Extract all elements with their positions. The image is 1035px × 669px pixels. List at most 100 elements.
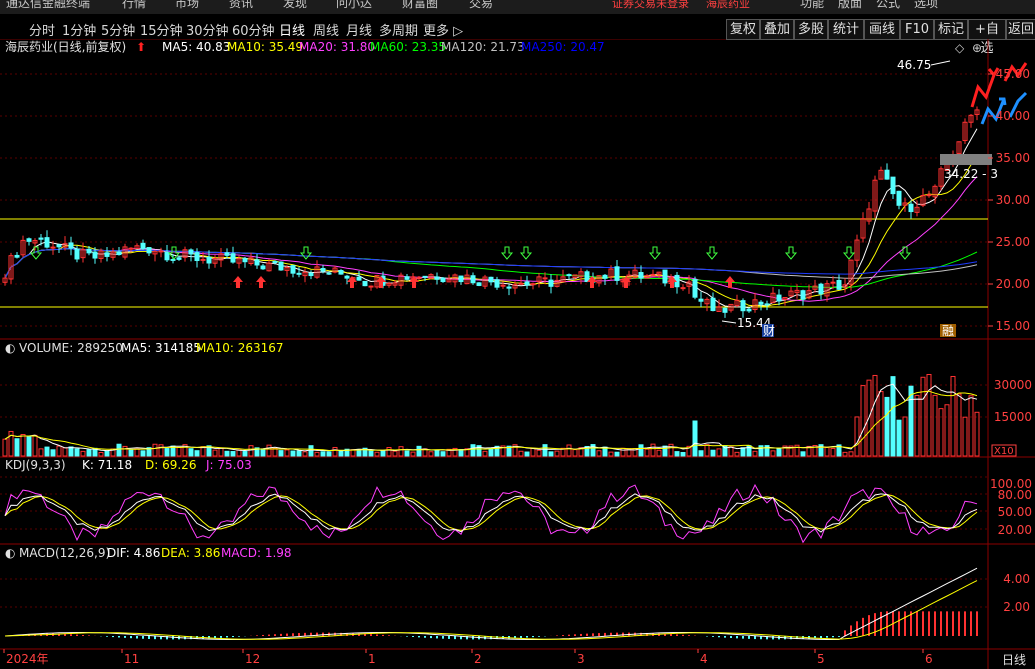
candle-body bbox=[194, 252, 200, 262]
candle-body bbox=[38, 237, 44, 240]
candle-body bbox=[74, 248, 80, 260]
volume-bar bbox=[860, 385, 866, 457]
back-button[interactable]: 返回 bbox=[1006, 19, 1035, 40]
ma-legend-item: MA60: 23.35 bbox=[370, 40, 446, 54]
candle-body bbox=[758, 301, 764, 305]
volume-bar bbox=[884, 396, 890, 457]
menu-item-banmian[interactable]: 版面 bbox=[838, 0, 862, 9]
menu-item-gongshi[interactable]: 公式 bbox=[876, 0, 900, 9]
tab-1min[interactable]: 1分钟 bbox=[62, 20, 96, 39]
volume-axis: 30000 15000 bbox=[994, 378, 1032, 424]
candle-body bbox=[224, 252, 230, 256]
tab-monthly[interactable]: 月线 bbox=[346, 20, 372, 39]
volume-bar bbox=[410, 451, 416, 457]
buy-arrow-icon bbox=[233, 276, 243, 288]
current-price-marker bbox=[940, 154, 992, 165]
volume-bar bbox=[404, 450, 410, 457]
candle-body bbox=[254, 259, 260, 266]
tab-fenshi[interactable]: 分时 bbox=[29, 20, 55, 39]
tab-weekly[interactable]: 周线 bbox=[313, 20, 339, 39]
zoom-icon[interactable]: ⊕ bbox=[972, 41, 982, 55]
menu-item-faxian[interactable]: 发现 bbox=[283, 0, 307, 9]
candle-body bbox=[542, 277, 548, 280]
kdj-tick-label: 80.00 bbox=[998, 488, 1032, 502]
diamond-icon[interactable]: ◇ bbox=[955, 41, 965, 55]
tab-15min[interactable]: 15分钟 bbox=[140, 20, 183, 39]
candle-body bbox=[506, 286, 512, 289]
candle-body bbox=[530, 283, 536, 286]
tab-more[interactable]: 更多 ▷ bbox=[423, 20, 463, 39]
statistics-button[interactable]: 统计 bbox=[828, 19, 864, 40]
volume-bar bbox=[566, 444, 572, 457]
price-tick-label: 35.00 bbox=[996, 151, 1030, 165]
menu-item-gongneng[interactable]: 功能 bbox=[800, 0, 824, 9]
candle-body bbox=[440, 277, 446, 283]
volume-bar bbox=[800, 451, 806, 457]
sell-arrow-icon bbox=[648, 246, 662, 260]
volume-bar bbox=[38, 448, 44, 457]
candle-body bbox=[320, 268, 326, 272]
add-watchlist-button[interactable]: +自选 bbox=[968, 19, 1006, 56]
time-tick-label: 3 bbox=[577, 652, 585, 666]
volume-bar bbox=[902, 416, 908, 457]
volume-bar bbox=[308, 445, 314, 457]
menu-item-zixun[interactable]: 资讯 bbox=[229, 0, 253, 9]
volume-bar bbox=[98, 451, 104, 457]
volume-bar bbox=[128, 449, 134, 457]
tab-daily[interactable]: 日线 bbox=[279, 20, 305, 39]
tab-60min[interactable]: 60分钟 bbox=[232, 20, 275, 39]
volume-bar bbox=[554, 450, 560, 457]
candle-body bbox=[476, 282, 482, 286]
volume-bar bbox=[518, 450, 524, 457]
volume-bar bbox=[314, 451, 320, 457]
volume-bar bbox=[962, 416, 968, 457]
rong-badge-label: 融 bbox=[942, 324, 954, 338]
volume-bar bbox=[914, 394, 920, 457]
menu-item-shichang[interactable]: 市场 bbox=[175, 0, 199, 9]
macd-title: MACD(12,26,9) bbox=[19, 546, 110, 560]
macd-value: MACD: 1.98 bbox=[221, 546, 292, 560]
menu-item-wenxiaoda[interactable]: 问小达 bbox=[336, 0, 372, 9]
candle-body bbox=[50, 246, 56, 249]
volume-bar bbox=[80, 450, 86, 457]
candle-body bbox=[176, 257, 182, 260]
price-axis: 45.00 40.00 35.00 30.00 25.00 20.00 15.00 bbox=[988, 67, 1030, 333]
menu-item-xuanxiang[interactable]: 选项 bbox=[914, 0, 938, 9]
candle-body bbox=[308, 272, 314, 277]
volume-bar bbox=[752, 450, 758, 457]
tab-30min[interactable]: 30分钟 bbox=[186, 20, 229, 39]
f10-button[interactable]: F10 bbox=[900, 19, 934, 40]
volume-bar bbox=[242, 451, 248, 457]
login-status[interactable]: 证券交易未登录 bbox=[612, 0, 689, 10]
volume-bar bbox=[218, 447, 224, 457]
candle-body bbox=[638, 272, 644, 279]
overlay-button[interactable]: 叠加 bbox=[760, 19, 794, 40]
volume-bar bbox=[968, 395, 974, 457]
volume-bar bbox=[152, 443, 158, 457]
multi-stock-button[interactable]: 多股 bbox=[794, 19, 828, 40]
volume-bar bbox=[212, 449, 218, 457]
candle-body bbox=[344, 275, 350, 279]
kdj-axis: 100.0080.0050.0020.00 bbox=[990, 477, 1032, 537]
volume-bar bbox=[26, 435, 32, 457]
menu-item-jiaoyi[interactable]: 交易 bbox=[469, 0, 493, 9]
mark-button[interactable]: 标记 bbox=[934, 19, 968, 40]
macd-tick-label: 2.00 bbox=[1003, 600, 1030, 614]
draw-line-button[interactable]: 画线 bbox=[864, 19, 900, 40]
panel-controls[interactable]: ◇ ⊕ bbox=[955, 41, 982, 55]
period-label: 日线 bbox=[1002, 653, 1026, 667]
volume-bar bbox=[680, 451, 686, 457]
volume-bar bbox=[872, 374, 878, 457]
menu-item-caifuquan[interactable]: 财富圈 bbox=[402, 0, 438, 9]
menu-item-hangqing[interactable]: 行情 bbox=[122, 0, 146, 9]
candle-body bbox=[140, 242, 146, 250]
volume-bar bbox=[296, 450, 302, 457]
kline-chart[interactable]: 海辰药业(日线,前复权) ⬆ MA5: 40.83MA10: 35.49MA20… bbox=[0, 39, 1035, 669]
tab-multi-period[interactable]: 多周期 bbox=[379, 20, 418, 39]
volume-bar bbox=[938, 408, 944, 457]
volume-bar bbox=[470, 444, 476, 457]
tab-5min[interactable]: 5分钟 bbox=[101, 20, 135, 39]
time-tick-label: 4 bbox=[700, 652, 708, 666]
fuquan-button[interactable]: 复权 bbox=[726, 19, 760, 40]
time-tick-label: 5 bbox=[817, 652, 825, 666]
